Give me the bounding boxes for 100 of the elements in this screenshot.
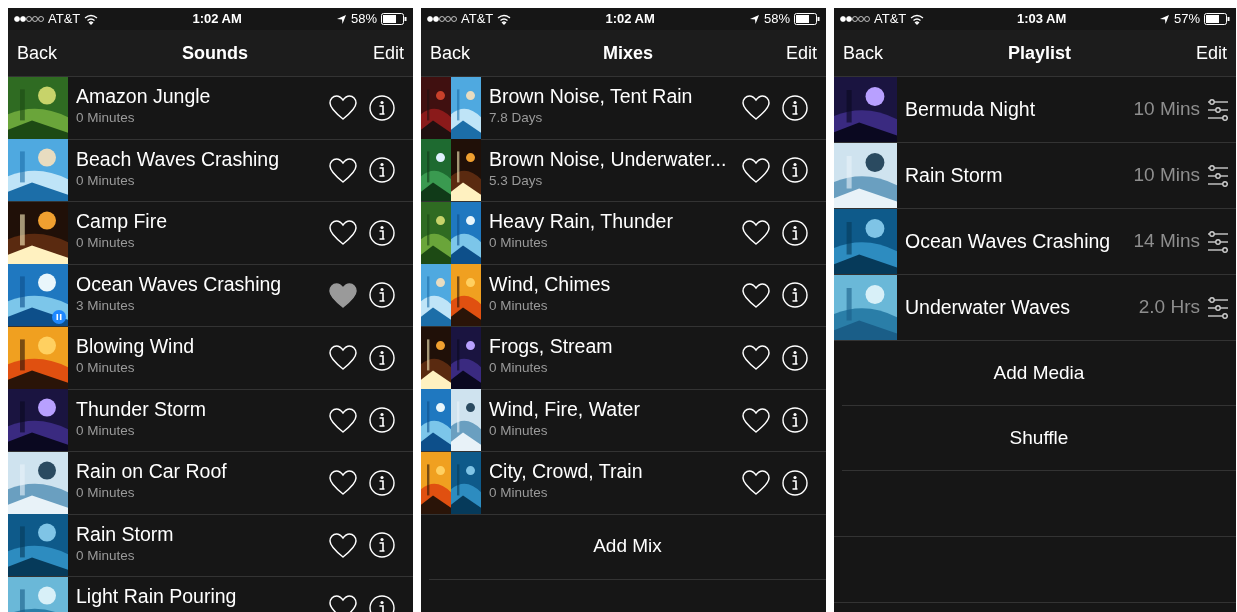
row-subtitle: 0 Minutes	[76, 421, 136, 440]
row-title: Bermuda Night	[905, 97, 1037, 122]
row-title: Rain on Car Roof	[76, 460, 228, 484]
list-row[interactable]: Heavy Rain, Thunder 0 Minutes	[421, 202, 826, 265]
carrier-name: AT&T	[461, 10, 494, 29]
info-icon[interactable]	[782, 344, 808, 371]
wifi-icon	[910, 13, 925, 25]
row-subtitle: 0 Minutes	[489, 484, 549, 503]
list-row[interactable]: Wind, Chimes 0 Minutes	[421, 264, 826, 327]
duration: 10 Mins	[1133, 163, 1200, 188]
sliders-icon[interactable]	[1206, 97, 1230, 122]
row-title: Brown Noise, Underwater...	[489, 147, 728, 171]
info-icon[interactable]	[369, 532, 395, 559]
row-title: Thunder Storm	[76, 397, 208, 421]
row-subtitle: 7.8 Days	[489, 109, 544, 128]
info-icon[interactable]	[369, 94, 395, 121]
info-icon[interactable]	[782, 407, 808, 434]
action-button[interactable]: Add Media	[842, 341, 1236, 406]
row-subtitle: 0 Minutes	[76, 484, 136, 503]
screen-title: Mixes	[603, 41, 653, 65]
location-icon	[1158, 13, 1170, 25]
action-button[interactable]: Shuffle	[842, 406, 1236, 471]
row-title: Rain Storm	[76, 522, 175, 546]
info-icon[interactable]	[782, 94, 808, 121]
row-title: Heavy Rain, Thunder	[489, 210, 674, 234]
location-icon	[335, 13, 347, 25]
list-row[interactable]: Thunder Storm 0 Minutes	[8, 389, 413, 452]
list-row[interactable]: Brown Noise, Tent Rain 7.8 Days	[421, 77, 826, 140]
list-row[interactable]: Blowing Wind 0 Minutes	[8, 327, 413, 390]
battery-percent: 58%	[350, 10, 377, 29]
status-time: 1:02 AM	[605, 10, 655, 29]
signal-icon	[840, 15, 870, 23]
edit-button[interactable]: Edit	[372, 39, 404, 67]
row-subtitle: 0 Minutes	[489, 421, 549, 440]
row-subtitle: 0 Minutes	[76, 109, 136, 128]
duration: 10 Mins	[1133, 97, 1200, 122]
screen-title: Sounds	[182, 41, 248, 65]
row-title: Light Rain Pouring	[76, 585, 238, 609]
info-icon[interactable]	[369, 469, 395, 496]
battery-percent: 57%	[1173, 10, 1200, 29]
edit-button[interactable]: Edit	[785, 39, 817, 67]
list-row[interactable]: Frogs, Stream 0 Minutes	[421, 327, 826, 390]
pause-icon[interactable]	[52, 310, 66, 325]
list-row[interactable]: Wind, Fire, Water 0 Minutes	[421, 389, 826, 452]
back-button[interactable]: Back	[17, 39, 58, 67]
row-title: Beach Waves Crashing	[76, 147, 281, 171]
row-title: Ocean Waves Crashing	[76, 272, 283, 296]
heart-icon[interactable]	[329, 282, 357, 308]
info-icon[interactable]	[369, 157, 395, 184]
wifi-icon	[84, 13, 99, 25]
list-row[interactable]: Ocean Waves Crashing 3 Minutes	[8, 264, 413, 327]
row-subtitle: 0 Minutes	[489, 359, 549, 378]
row-title: City, Crowd, Train	[489, 460, 644, 484]
battery-icon	[381, 13, 407, 25]
info-icon[interactable]	[782, 282, 808, 309]
row-title: Wind, Fire, Water	[489, 397, 641, 421]
row-subtitle: 3 Minutes	[76, 296, 136, 315]
row-title: Camp Fire	[76, 210, 169, 234]
list-row[interactable]: Beach Waves Crashing 0 Minutes	[8, 139, 413, 202]
list-row[interactable]: City, Crowd, Train 0 Minutes	[421, 452, 826, 515]
back-button[interactable]: Back	[430, 39, 471, 67]
row-subtitle: 0 Minutes	[76, 546, 136, 565]
info-icon[interactable]	[369, 407, 395, 434]
status-time: 1:02 AM	[192, 10, 242, 29]
list-row[interactable]: Camp Fire 0 Minutes	[8, 202, 413, 265]
info-icon[interactable]	[369, 344, 395, 371]
location-icon	[748, 13, 760, 25]
sliders-icon[interactable]	[1206, 295, 1230, 320]
row-title: Blowing Wind	[76, 335, 196, 359]
info-icon[interactable]	[369, 219, 395, 246]
edit-button[interactable]: Edit	[1195, 39, 1227, 67]
row-title: Ocean Waves Crashing	[905, 229, 1112, 254]
battery-icon	[794, 13, 820, 25]
row-title: Brown Noise, Tent Rain	[489, 85, 694, 109]
back-button[interactable]: Back	[843, 39, 884, 67]
list-row[interactable]: Bermuda Night 10 Mins	[834, 77, 1236, 143]
list-row[interactable]: Underwater Waves 2.0 Hrs	[834, 275, 1236, 341]
list-row[interactable]: Brown Noise, Underwater... 5.3 Days	[421, 139, 826, 202]
sliders-icon[interactable]	[1206, 229, 1230, 254]
duration: 2.0 Hrs	[1138, 295, 1200, 320]
list-row[interactable]: Light Rain Pouring	[8, 577, 413, 612]
action-button[interactable]: Add Mix	[429, 514, 826, 580]
info-icon[interactable]	[782, 219, 808, 246]
carrier-name: AT&T	[48, 10, 81, 29]
signal-icon	[427, 15, 457, 23]
list-row[interactable]: Rain on Car Roof 0 Minutes	[8, 452, 413, 515]
list-row[interactable]: Amazon Jungle 0 Minutes	[8, 77, 413, 140]
row-subtitle: 5.3 Days	[489, 171, 544, 190]
battery-percent: 58%	[763, 10, 790, 29]
row-subtitle: 0 Minutes	[76, 359, 136, 378]
info-icon[interactable]	[782, 469, 808, 496]
info-icon[interactable]	[369, 282, 395, 309]
row-title: Frogs, Stream	[489, 335, 614, 359]
row-title: Underwater Waves	[905, 295, 1072, 320]
row-title: Rain Storm	[905, 163, 1004, 188]
info-icon[interactable]	[782, 157, 808, 184]
sliders-icon[interactable]	[1206, 163, 1230, 188]
list-row[interactable]: Rain Storm 10 Mins	[834, 143, 1236, 209]
row-subtitle: 0 Minutes	[489, 296, 549, 315]
list-row[interactable]: Ocean Waves Crashing 14 Mins	[834, 209, 1236, 275]
